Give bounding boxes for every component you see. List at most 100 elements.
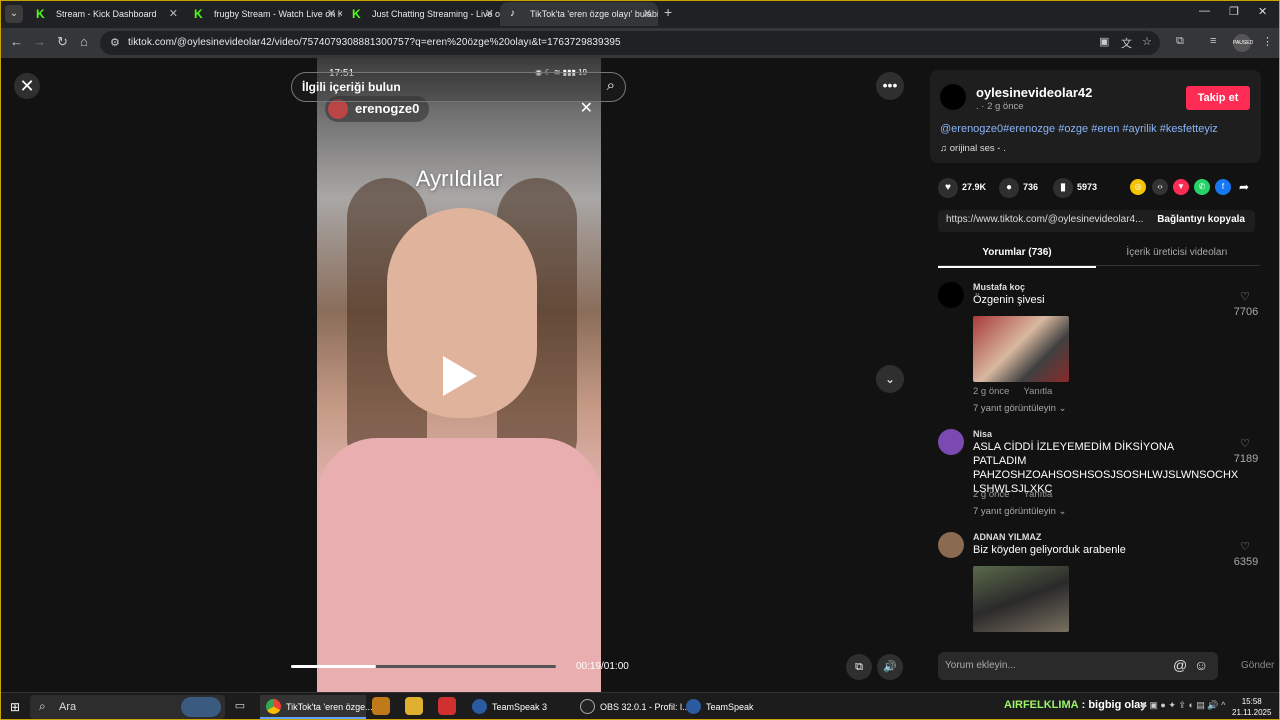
music-row[interactable]: ♫ orijinal ses - . [940, 143, 1006, 154]
follow-button[interactable]: Takip et [1186, 86, 1250, 110]
comment-item: Nisa ASLA CİDDİ İZLEYEMEDİM DİKSİYONA PA… [938, 429, 1258, 519]
tab-frugby-stream[interactable]: K frugby Stream - Watch Live on Kick ✕ [184, 2, 342, 26]
emoji-icon[interactable]: ☺ [1194, 657, 1208, 673]
taskbar-app-chrome[interactable]: TikTok'ta 'eren özge... [260, 695, 373, 719]
send-friend-icon[interactable]: ▼ [1173, 179, 1189, 195]
address-bar[interactable]: ⚙ tiktok.com/@oylesinevideolar42/video/7… [100, 31, 1160, 55]
post-hashtags[interactable]: @erenogze0#erenozge #ozge #eren #ayrilik… [940, 123, 1218, 135]
view-replies-button[interactable]: 7 yanıt görüntüleyin ⌄ [973, 403, 1067, 414]
taskbar-app-teamspeak[interactable]: TeamSpeak [680, 695, 760, 719]
reload-icon[interactable]: ↻ [57, 34, 68, 50]
coin-share-icon[interactable]: ◎ [1130, 179, 1146, 195]
embed-icon[interactable]: ‹› [1152, 179, 1168, 195]
tab-kick-dashboard[interactable]: K Stream - Kick Dashboard ✕ [26, 2, 184, 26]
chrome-menu-icon[interactable]: ⋮ [1262, 35, 1273, 48]
heart-icon: ♥ [938, 178, 958, 198]
reply-button[interactable]: Yanıtla [1023, 386, 1052, 397]
share-link[interactable]: https://www.tiktok.com/@oylesinevideolar… [946, 214, 1146, 225]
taskbar-clock[interactable]: 15:58 21.11.2025 [1232, 696, 1271, 718]
back-icon[interactable]: ← [10, 34, 23, 49]
task-view-icon[interactable]: ▭ [231, 697, 249, 715]
video-progress-fill [291, 665, 376, 668]
close-player-button[interactable]: ✕ [14, 73, 40, 99]
volume-button[interactable]: 🔊 [877, 654, 903, 680]
window-close-icon[interactable]: ✕ [1258, 5, 1267, 18]
comment-like-icon[interactable]: ♡ [1230, 437, 1260, 450]
tab-title: Just Chatting Streaming - Live on Kick [372, 9, 500, 19]
tab-close-icon[interactable]: ✕ [485, 2, 494, 26]
bookmark-star-icon[interactable]: ☆ [1142, 35, 1152, 48]
brave-icon[interactable] [372, 697, 390, 715]
tab-comments[interactable]: Yorumlar (736) [938, 247, 1096, 268]
search-icon[interactable]: ⌕ [607, 77, 615, 94]
facebook-icon[interactable]: f [1215, 179, 1231, 195]
mention-icon[interactable]: @ [1173, 657, 1187, 673]
tab-just-chatting[interactable]: K Just Chatting Streaming - Live on Kick… [342, 2, 500, 26]
comment-like-icon[interactable]: ♡ [1230, 290, 1260, 303]
tab-close-icon[interactable]: ✕ [327, 2, 336, 26]
reply-button[interactable]: Yanıtla [1023, 489, 1052, 500]
translate-icon[interactable]: 文 [1121, 35, 1132, 51]
cast-icon[interactable]: ▣ [1099, 35, 1109, 48]
comment-button[interactable]: ● 736 [999, 176, 1038, 198]
like-button[interactable]: ♥ 27.9K [938, 176, 986, 198]
url-text[interactable]: tiktok.com/@oylesinevideolar42/video/757… [128, 37, 621, 48]
tab-title: Stream - Kick Dashboard [56, 9, 157, 19]
comment-input[interactable]: Yorum ekleyin... @ ☺ [938, 652, 1218, 680]
app-icon[interactable] [438, 697, 456, 715]
forward-icon[interactable]: → [33, 34, 46, 49]
tab-close-icon[interactable]: ✕ [169, 2, 178, 26]
restore-icon[interactable]: ❐ [1229, 5, 1239, 18]
profile-avatar[interactable]: PAUSED [1233, 34, 1253, 52]
comment-username[interactable]: Nisa [973, 429, 992, 439]
comment-avatar[interactable] [938, 532, 964, 558]
whatsapp-icon[interactable]: ✆ [1194, 179, 1210, 195]
comment-username[interactable]: Mustafa koç [973, 282, 1025, 292]
comment-image[interactable] [973, 316, 1069, 382]
music-note-icon: ♫ [940, 143, 950, 154]
teamspeak-icon [472, 699, 487, 714]
comment-meta: 2 g önce Yanıtla [973, 386, 1053, 397]
next-video-button[interactable]: ⌄ [876, 365, 904, 393]
save-button[interactable]: ▮ 5973 [1053, 176, 1097, 198]
video-timecode: 00:19/01:00 [576, 661, 629, 672]
floating-player-button[interactable]: ⧉ [846, 654, 872, 680]
share-arrow-icon[interactable]: ➦ [1236, 179, 1252, 195]
comment-like-icon[interactable]: ♡ [1230, 540, 1260, 553]
taskbar-app-obs[interactable]: OBS 32.0.1 - Profil: l... [574, 695, 690, 719]
play-icon[interactable] [443, 356, 477, 396]
comment-text: Biz köyden geliyorduk arabenle [973, 544, 1126, 556]
search-icon: ⌕ [39, 699, 46, 713]
taskbar-search[interactable]: ⌕ Ara [30, 695, 225, 719]
tab-creator-videos[interactable]: İçerik üreticisi videoları [1098, 247, 1256, 258]
extensions-icon[interactable]: ⧉ [1176, 35, 1184, 48]
send-comment-button[interactable]: Gönder [1241, 660, 1274, 671]
tab-title: frugby Stream - Watch Live on Kick [214, 9, 342, 19]
tab-title: TikTok'ta 'eren özge olayı' bulabilirsin [530, 9, 658, 19]
tab-close-icon[interactable]: ✕ [643, 2, 652, 26]
comment-username[interactable]: ADNAN YILMAZ [973, 532, 1041, 542]
system-tray-icons[interactable]: ◆ ▣ ● ✦ ⇪ ◐ ▤ 🔊 ^ [1140, 700, 1225, 711]
view-replies-button[interactable]: 7 yanıt görüntüleyin ⌄ [973, 506, 1067, 517]
author-name[interactable]: oylesinevideolar42 [976, 85, 1092, 100]
more-options-button[interactable]: ••• [876, 72, 904, 100]
tab-tiktok[interactable]: ♪ TikTok'ta 'eren özge olayı' bulabilirs… [500, 2, 658, 26]
author-avatar[interactable] [940, 84, 966, 110]
comment-avatar[interactable] [938, 282, 964, 308]
windows-start-icon[interactable]: ⊞ [10, 701, 22, 713]
file-explorer-icon[interactable] [405, 697, 423, 715]
comment-image[interactable] [973, 566, 1069, 632]
video-progress-bar[interactable] [291, 665, 556, 668]
comment-avatar[interactable] [938, 429, 964, 455]
related-search-input[interactable]: İlgili içeriği bulun ⌕ [291, 72, 626, 102]
video-player[interactable]: 17:51 ◉ ☾ ≋ ▮▮▮ 19 erenogze0 ✕ Ayrıldıla… [317, 58, 601, 692]
copy-link-button[interactable]: Bağlantıyı kopyala [1157, 214, 1245, 225]
home-icon[interactable]: ⌂ [80, 34, 88, 49]
tab-search-button[interactable]: ⌄ [5, 5, 23, 23]
taskbar-app-teamspeak3[interactable]: TeamSpeak 3 [466, 695, 568, 719]
new-tab-button[interactable]: + [664, 4, 672, 20]
site-info-icon[interactable]: ⚙ [110, 36, 120, 49]
reading-list-icon[interactable]: ≡ [1210, 35, 1216, 47]
minimize-icon[interactable]: — [1199, 5, 1210, 17]
comment-item: Mustafa koç Özgenin şivesi ♡ 7706 2 g ön… [938, 282, 1258, 422]
